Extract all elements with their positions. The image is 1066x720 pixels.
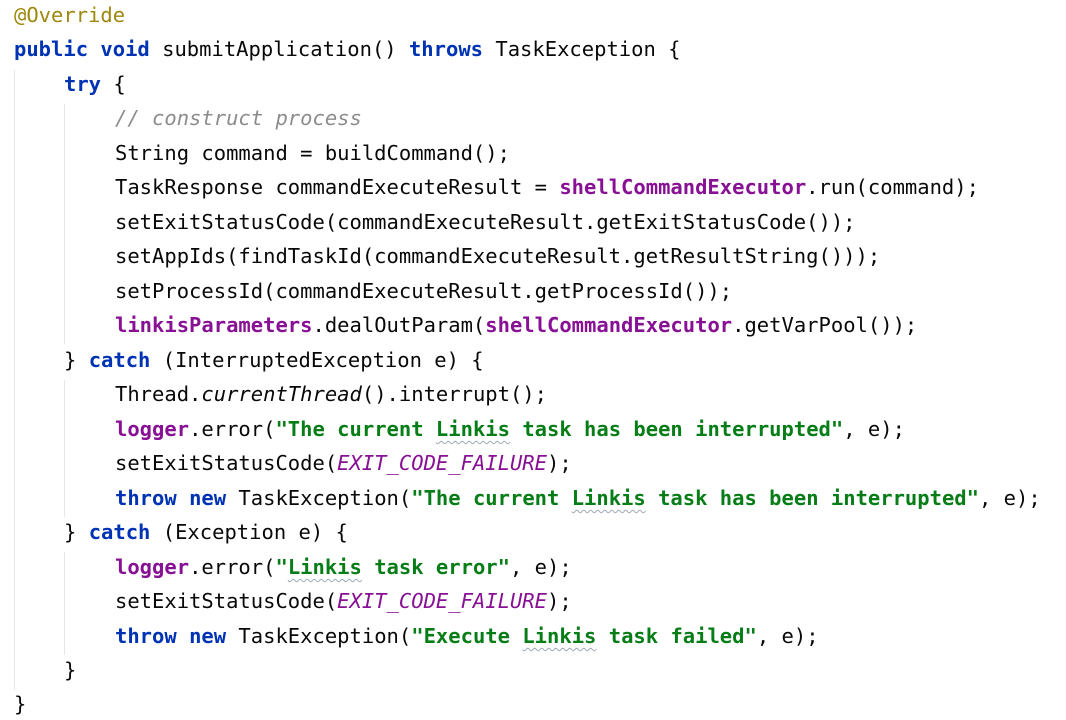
keyword-public: public (14, 37, 89, 61)
code-line-method-signature[interactable]: public void submitApplication() throws T… (14, 34, 681, 64)
keyword-try: try (64, 72, 102, 96)
code-line-set-process-id[interactable]: setProcessId(commandExecuteResult.getPro… (115, 276, 732, 306)
field-logger: logger (115, 555, 190, 579)
statement-suffix: , e); (756, 624, 819, 648)
code-line-throw[interactable]: throw new TaskException("Execute Linkis … (115, 621, 819, 651)
close-brace: } (14, 692, 27, 716)
code-line-task-response[interactable]: TaskResponse commandExecuteResult = shel… (115, 172, 979, 202)
code-line-annotation[interactable]: @Override (14, 0, 125, 30)
constant-exit-code: EXIT_CODE_FAILURE (337, 451, 547, 475)
close-brace: } (64, 348, 89, 372)
statement-suffix: , e); (979, 486, 1041, 510)
indent-guide (64, 380, 65, 517)
catch-clause: (InterruptedException e) { (150, 348, 484, 372)
code-line-throw[interactable]: throw new TaskException("The current Lin… (115, 483, 1041, 513)
statement-text: setExitStatusCode(commandExecuteResult.g… (115, 210, 856, 234)
exception-type: TaskException( (226, 624, 412, 648)
code-line-build-command[interactable]: String command = buildCommand(); (115, 138, 510, 168)
code-comment: // construct process (115, 106, 362, 130)
string-literal: task error" (361, 555, 510, 579)
typo-word: Linkis (571, 486, 646, 510)
typo-word: Linkis (522, 624, 597, 648)
keyword-throw: throw (115, 486, 177, 510)
keyword-throw: throw (115, 624, 177, 648)
code-line-logger-error[interactable]: logger.error("Linkis task error", e); (115, 552, 572, 582)
code-line-set-app-ids[interactable]: setAppIds(findTaskId(commandExecuteResul… (115, 241, 880, 271)
code-line-interrupt[interactable]: Thread.currentThread().interrupt(); (115, 379, 547, 409)
statement-suffix: .run(command); (806, 175, 979, 199)
code-line-try[interactable]: try { (64, 69, 126, 99)
method-call: setExitStatusCode( (115, 589, 338, 613)
statement-suffix: ().interrupt(); (361, 382, 547, 406)
statement-suffix: , e); (509, 555, 572, 579)
code-line-set-exit-failure[interactable]: setExitStatusCode(EXIT_CODE_FAILURE); (115, 586, 572, 616)
string-literal: task has been interrupted" (509, 417, 844, 441)
string-literal: "The current (275, 417, 436, 441)
statement-suffix: , e); (843, 417, 905, 441)
keyword-new: new (189, 624, 227, 648)
close-brace: } (64, 520, 89, 544)
code-line-catch-exception[interactable]: } catch (Exception e) { (64, 517, 348, 547)
statement-text: setProcessId(commandExecuteResult.getPro… (115, 279, 733, 303)
typo-word: Linkis (435, 417, 510, 441)
exception-type: TaskException( (226, 486, 412, 510)
statement-suffix: ); (547, 589, 572, 613)
indent-guide (64, 104, 65, 344)
code-line-logger-error[interactable]: logger.error("The current Linkis task ha… (115, 414, 905, 444)
statement-suffix: ); (547, 451, 572, 475)
try-brace: { (101, 72, 126, 96)
method-name: submitApplication() (149, 37, 409, 61)
code-line-close-try[interactable]: } (64, 655, 76, 685)
code-line-comment[interactable]: // construct process (115, 103, 362, 133)
string-literal: "The current (411, 486, 572, 510)
catch-clause: (Exception e) { (150, 520, 348, 544)
code-line-catch-interrupted[interactable]: } catch (InterruptedException e) { (64, 345, 484, 375)
indent-guide (64, 552, 65, 655)
code-line-set-exit-status[interactable]: setExitStatusCode(commandExecuteResult.g… (115, 207, 856, 237)
statement-text: String command = buildCommand(); (115, 141, 510, 165)
field-shell-command-executor: shellCommandExecutor (485, 313, 733, 337)
typo-word: Linkis (287, 555, 362, 579)
code-line-close-method[interactable]: } (14, 689, 26, 719)
statement-text: setAppIds(findTaskId(commandExecuteResul… (115, 244, 881, 268)
keyword-void: void (100, 37, 150, 61)
keyword-catch: catch (88, 520, 151, 544)
code-editor[interactable]: @Override public void submitApplication(… (0, 0, 1066, 720)
indent-guide (14, 70, 15, 690)
field-linkis-parameters: linkisParameters (115, 313, 313, 337)
string-literal: " (275, 555, 288, 579)
method-call: setExitStatusCode( (115, 451, 338, 475)
statement-prefix: TaskResponse commandExecuteResult = (115, 175, 560, 199)
keyword-catch: catch (88, 348, 151, 372)
constant-exit-code: EXIT_CODE_FAILURE (337, 589, 547, 613)
exception-type: TaskException { (483, 37, 681, 61)
close-brace: } (64, 658, 77, 682)
keyword-new: new (189, 486, 227, 510)
class-name: Thread. (115, 382, 202, 406)
method-call: .error( (189, 417, 276, 441)
string-literal: task has been interrupted" (645, 486, 979, 510)
field-shell-command-executor: shellCommandExecutor (559, 175, 807, 199)
string-literal: task failed" (596, 624, 757, 648)
method-call: .error( (189, 555, 276, 579)
keyword-throws: throws (408, 37, 484, 61)
override-annotation: @Override (14, 3, 126, 27)
static-method: currentThread (201, 382, 362, 406)
string-literal: "Execute (411, 624, 523, 648)
code-line-deal-out-param[interactable]: linkisParameters.dealOutParam(shellComma… (115, 310, 917, 340)
statement-suffix: .getVarPool()); (732, 313, 918, 337)
code-line-set-exit-failure[interactable]: setExitStatusCode(EXIT_CODE_FAILURE); (115, 448, 572, 478)
field-logger: logger (115, 417, 190, 441)
method-call: .dealOutParam( (312, 313, 486, 337)
